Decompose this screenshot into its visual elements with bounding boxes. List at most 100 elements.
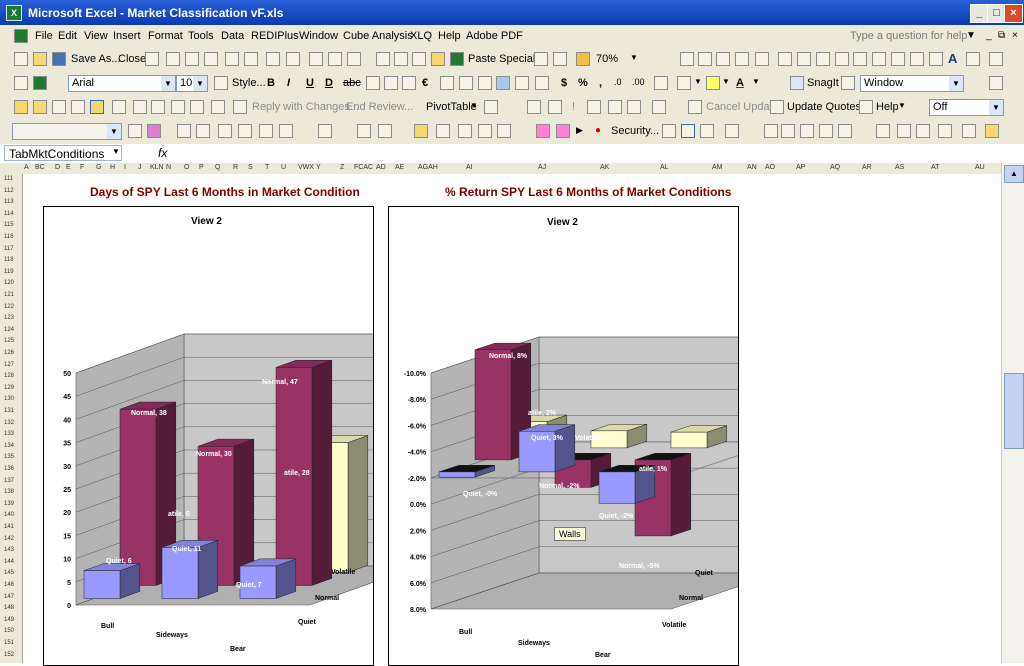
column-header[interactable]: T: [265, 164, 269, 171]
menu-help[interactable]: Help: [438, 30, 461, 42]
column-header[interactable]: AGAH: [418, 164, 438, 171]
font-size-dropdown[interactable]: 10 ▼: [176, 75, 208, 92]
distributed-icon[interactable]: [459, 76, 473, 90]
data-table-icon[interactable]: [196, 124, 210, 138]
row-header[interactable]: 147: [4, 594, 14, 600]
row-header[interactable]: 112: [4, 188, 14, 194]
redo-icon[interactable]: [412, 52, 426, 66]
paste-special-button[interactable]: Paste Special...: [468, 53, 544, 65]
row-header[interactable]: 140: [4, 512, 14, 518]
justify-icon[interactable]: [440, 76, 454, 90]
column-header[interactable]: AP: [796, 164, 805, 171]
pivottable-arrow-icon[interactable]: ▼: [470, 101, 478, 110]
column-header[interactable]: J: [138, 164, 142, 171]
row-header[interactable]: 145: [4, 570, 14, 576]
research-book-icon[interactable]: [286, 52, 300, 66]
fill-color-icon[interactable]: [706, 76, 720, 90]
cube-icon-1[interactable]: [536, 124, 550, 138]
blank-dropdown[interactable]: ▼: [12, 123, 122, 140]
row-header[interactable]: 150: [4, 628, 14, 634]
row-header[interactable]: 122: [4, 304, 14, 310]
row-header[interactable]: 118: [4, 257, 14, 263]
layout-icon[interactable]: [929, 52, 943, 66]
row-header[interactable]: 116: [4, 234, 14, 240]
shape-icon[interactable]: [436, 124, 450, 138]
snagit-button[interactable]: SnagIt: [807, 77, 839, 89]
scroll-up-arrow-icon[interactable]: ▲: [1004, 165, 1024, 183]
checkbox-icon[interactable]: [778, 52, 792, 66]
paste-values-icon[interactable]: [431, 52, 445, 66]
tag-icon[interactable]: [90, 100, 104, 114]
menu-xlq[interactable]: XLQ: [410, 30, 432, 42]
comment-icon[interactable]: [755, 52, 769, 66]
column-header[interactable]: AL: [660, 164, 669, 171]
row-header[interactable]: 141: [4, 524, 14, 530]
pivot-info-icon[interactable]: !: [572, 101, 575, 113]
menu-format[interactable]: Format: [148, 30, 183, 42]
column-header[interactable]: AT: [931, 164, 939, 171]
spelling-icon[interactable]: [266, 52, 280, 66]
tree-icon-4[interactable]: [962, 124, 976, 138]
tools-icon-2[interactable]: [681, 124, 695, 138]
sc-icon[interactable]: [33, 76, 47, 90]
help-button[interactable]: Help: [876, 101, 899, 113]
hide-detail-icon[interactable]: [587, 100, 601, 114]
column-header[interactable]: Q: [215, 164, 220, 171]
next-comment-icon[interactable]: [190, 100, 204, 114]
legend-icon[interactable]: [177, 124, 191, 138]
decrease-indent-icon[interactable]: [654, 76, 668, 90]
menu-tools[interactable]: Tools: [188, 30, 214, 42]
menu-adobe-pdf[interactable]: Adobe PDF: [466, 30, 523, 42]
row-header[interactable]: 125: [4, 338, 14, 344]
doc-close-button[interactable]: ×: [1012, 30, 1018, 41]
row-header[interactable]: 115: [4, 222, 14, 228]
column-header[interactable]: AO: [765, 164, 775, 171]
folder-icon[interactable]: [14, 100, 28, 114]
underline-button[interactable]: U: [306, 77, 314, 89]
permission-icon[interactable]: [145, 52, 159, 66]
doc-minimize-button[interactable]: _: [986, 30, 992, 41]
folder-share-icon[interactable]: [52, 100, 66, 114]
column-header[interactable]: U: [281, 164, 286, 171]
chart2-area[interactable]: View 2 Quiet, -0% Normal, 8% atile, 2% Quie…: [388, 206, 739, 666]
align-center-icon[interactable]: [384, 76, 398, 90]
tree-icon-2[interactable]: [916, 124, 930, 138]
bar-icon[interactable]: [816, 52, 830, 66]
row-header[interactable]: 135: [4, 454, 14, 460]
row-header[interactable]: 113: [4, 199, 14, 205]
wrap-icon[interactable]: [478, 76, 492, 90]
workbook-icon[interactable]: [14, 29, 28, 43]
off-dropdown[interactable]: Off ▼: [929, 99, 1004, 116]
column-header[interactable]: AE: [395, 164, 404, 171]
tree-icon-1[interactable]: [897, 124, 911, 138]
pivot-field-icon[interactable]: [527, 100, 541, 114]
filter-icon[interactable]: [872, 52, 886, 66]
font-color-icon[interactable]: A: [736, 77, 744, 89]
reply-icon[interactable]: [233, 100, 247, 114]
name-box[interactable]: TabMktConditions: [4, 145, 122, 161]
fx-icon[interactable]: [781, 124, 795, 138]
row-header[interactable]: 111: [4, 176, 13, 182]
print-area-icon[interactable]: [225, 52, 239, 66]
unmerge-icon[interactable]: [535, 76, 549, 90]
db-icon[interactable]: [478, 124, 492, 138]
merge-center-icon[interactable]: [496, 76, 510, 90]
double-underline-button[interactable]: D: [325, 77, 333, 89]
row-header[interactable]: 127: [4, 362, 14, 368]
chart-wizard-icon[interactable]: [576, 52, 590, 66]
style-icon-2[interactable]: [128, 124, 142, 138]
column-header[interactable]: AI: [466, 164, 473, 171]
align-left-icon[interactable]: [366, 76, 380, 90]
pdf-mail-icon[interactable]: [378, 124, 392, 138]
reply-with-changes-button[interactable]: Reply with Changes...: [252, 101, 359, 113]
comma-button[interactable]: ,: [599, 77, 602, 89]
fill-arrow-icon[interactable]: ▼: [722, 77, 730, 86]
column-header[interactable]: AU: [975, 164, 985, 171]
arrow-right-icon[interactable]: [680, 52, 694, 66]
row-header[interactable]: 137: [4, 478, 14, 484]
row-header[interactable]: 138: [4, 489, 14, 495]
folder-open-icon[interactable]: [33, 100, 47, 114]
angle-down-icon[interactable]: [259, 124, 273, 138]
column-header[interactable]: Y: [316, 164, 321, 171]
increase-decimal-button[interactable]: .0: [614, 77, 622, 87]
